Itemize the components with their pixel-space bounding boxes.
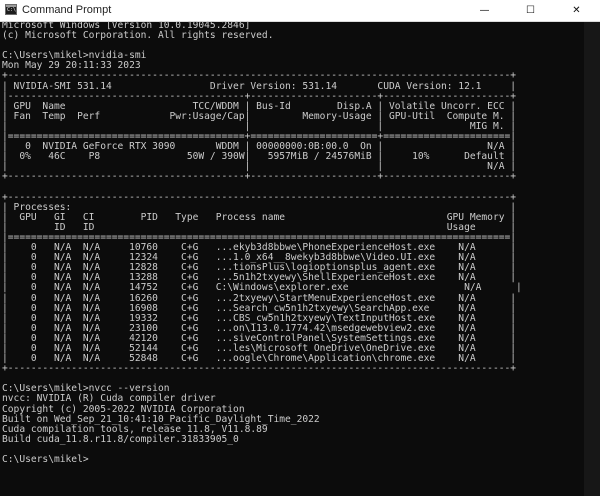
console-line: C:\Users\mikel> (2, 454, 89, 466)
console-line: (c) Microsoft Corporation. All rights re… (2, 30, 274, 42)
window-title: Command Prompt (22, 4, 112, 16)
console-line: Build cuda_11.8.r11.8/compiler.31833905_… (2, 433, 239, 445)
cmd-icon-glyph: C:\ (7, 7, 17, 13)
maximize-button[interactable]: ☐ (508, 0, 553, 21)
console-line: +---------------------------------------… (2, 171, 517, 183)
close-button[interactable]: ✕ (554, 0, 599, 21)
cmd-icon[interactable]: C:\ (5, 4, 17, 15)
console-area[interactable]: Microsoft Windows [Version 10.0.19045.28… (2, 21, 584, 495)
console-line: +---------------------------------------… (2, 363, 517, 375)
title-bar[interactable]: C:\ Command Prompt — ☐ ✕ (0, 0, 600, 22)
console-output: Microsoft Windows [Version 10.0.19045.28… (2, 21, 584, 465)
minimize-button[interactable]: — (462, 0, 507, 21)
vertical-scrollbar[interactable] (584, 22, 600, 496)
command-prompt-window: C:\ Command Prompt — ☐ ✕ Microsoft Windo… (0, 0, 600, 496)
